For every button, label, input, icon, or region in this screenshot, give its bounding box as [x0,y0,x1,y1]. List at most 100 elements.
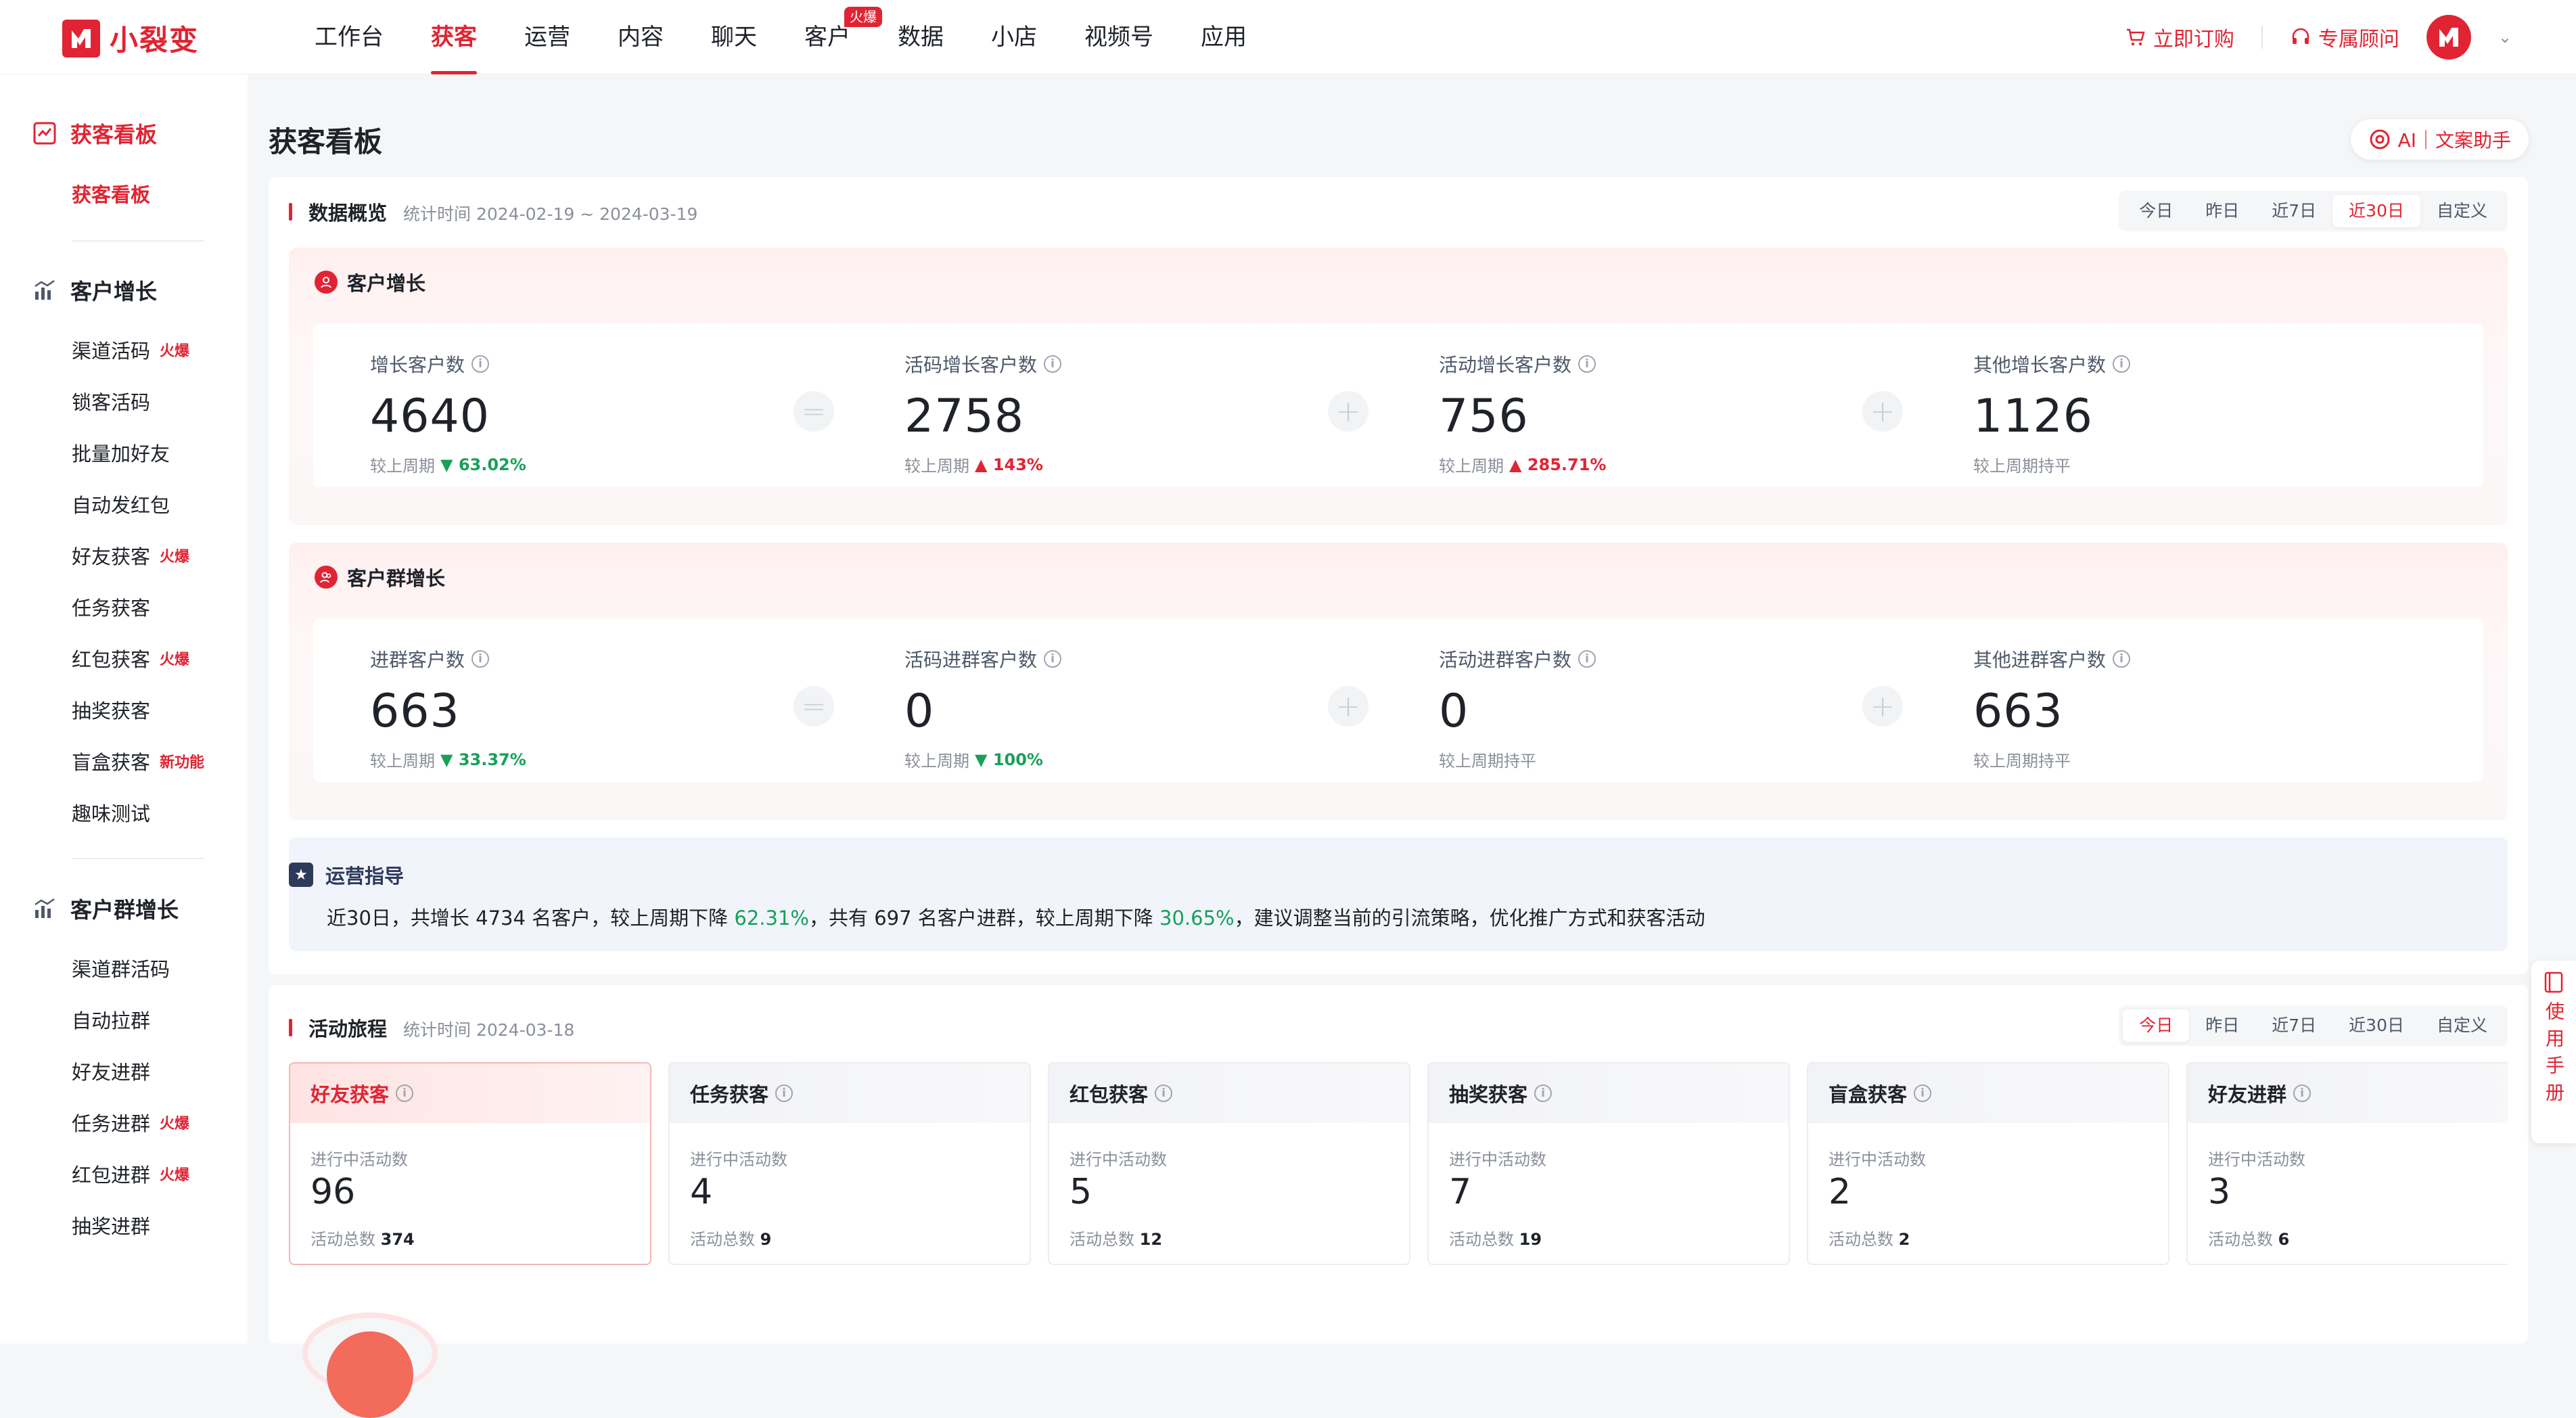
info-icon[interactable]: i [1914,1084,1932,1102]
info-icon[interactable]: i [472,650,490,668]
nav-customer[interactable]: 客户 火爆 [781,0,882,74]
nav-operation[interactable]: 运营 [501,0,594,74]
sidebar-item-task-acquire[interactable]: 任务获客 [72,593,150,621]
info-icon[interactable]: i [396,1084,414,1102]
metric-other-growth: 其他增长客户数 i 1126 较上周期持平 [1973,350,2393,476]
activity-label: 进行中活动数 [2208,1150,2305,1169]
nav-channels[interactable]: 视频号 [1061,0,1177,74]
range-30d[interactable]: 近30日 [2332,1009,2420,1042]
chevron-down-icon[interactable]: ⌄ [2498,28,2512,47]
page-title: 获客看板 [269,125,383,158]
divider [2261,26,2263,49]
user-avatar[interactable] [2426,15,2471,60]
guide-text: 近30日，共增长 4734 名客户，较上周期下降 62.31%，共有 697 名… [327,907,1705,930]
info-icon[interactable]: i [2113,355,2131,373]
main-nav: 工作台 获客 运营 内容 聊天 客户 火爆 数据 小店 视频号 应用 [291,0,1270,74]
activity-value: 7 [1449,1172,1472,1212]
ai-copy-assistant-button[interactable]: AI｜文案助手 [2350,119,2529,160]
customer-growth-header: 客户增长 [315,268,426,296]
sidebar-item-auto-redpacket[interactable]: 自动发红包 [72,490,170,518]
activity-total: 活动总数 2 [1828,1230,1910,1249]
range-7d[interactable]: 近7日 [2255,195,2332,227]
top-right-actions: 立即订购 专属顾问 ⌄ [2125,0,2512,74]
order-button[interactable]: 立即订购 [2125,22,2234,52]
logo[interactable]: 小裂变 [62,18,199,59]
cart-icon [2126,28,2145,46]
nav-apps[interactable]: 应用 [1177,0,1270,74]
info-icon[interactable]: i [1534,1084,1552,1102]
info-icon[interactable]: i [1155,1084,1173,1102]
info-icon[interactable]: i [2293,1084,2312,1102]
sidebar-item-dashboard[interactable]: 获客看板 [72,179,150,208]
user-manual-tab[interactable]: 使用手册 [2531,961,2576,1143]
user-icon [315,271,338,294]
info-icon[interactable]: i [1044,650,1062,668]
sidebar-group-group-growth[interactable]: 客户群增长 [32,893,179,924]
sidebar-item-redpacket-group[interactable]: 红包进群 火爆 [72,1160,189,1188]
range-7d[interactable]: 近7日 [2255,1009,2332,1042]
info-icon[interactable]: i [1044,355,1062,373]
nav-acquisition[interactable]: 获客 [407,0,501,74]
activity-card-lottery-acquire[interactable]: 抽奖获客 i 进行中活动数 7 活动总数 19 [1427,1062,1790,1265]
activity-card-friend-group[interactable]: 好友进群 i 进行中活动数 3 活动总数 6 [2186,1062,2508,1265]
range-custom[interactable]: 自定义 [2420,1009,2504,1042]
activity-label: 进行中活动数 [310,1150,408,1169]
metric-value: 663 [370,685,460,738]
trend-down: ▼ 63.02% [440,455,526,474]
info-icon[interactable]: i [1578,355,1596,373]
sidebar-item-redpacket-acquire[interactable]: 红包获客 火爆 [72,644,189,672]
activity-card-task-acquire[interactable]: 任务获客 i 进行中活动数 4 活动总数 9 [668,1062,1031,1265]
activity-card-friend-acquire[interactable]: 好友获客 i 进行中活动数 96 活动总数 374 [289,1062,651,1265]
equals-icon: = [794,686,834,727]
sidebar-item-task-group[interactable]: 任务进群 火爆 [72,1108,189,1137]
section-bar [289,1019,292,1036]
sidebar-item-lock-code[interactable]: 锁客活码 [72,387,150,415]
range-today[interactable]: 今日 [2123,195,2189,227]
journey-header: 活动旅程 统计时间 2024-03-18 [289,1013,574,1042]
sidebar-item-fun-test[interactable]: 趣味测试 [72,798,150,827]
range-today[interactable]: 今日 [2123,1009,2190,1042]
sidebar-item-lottery-acquire[interactable]: 抽奖获客 [72,695,150,724]
sidebar-item-friend-group[interactable]: 好友进群 [72,1057,150,1085]
info-icon[interactable]: i [2113,650,2131,668]
nav-data[interactable]: 数据 [874,0,967,74]
range-yesterday[interactable]: 昨日 [2189,195,2255,227]
metric-growth-total: 增长客户数 i 4640 较上周期 ▼ 63.02% [370,350,789,476]
headset-icon [2292,28,2309,44]
equals-icon: = [794,391,834,432]
nav-chat[interactable]: 聊天 [687,0,781,74]
floating-avatar[interactable] [302,1312,438,1418]
activity-card-blindbox-acquire[interactable]: 盲盒获客 i 进行中活动数 2 活动总数 2 [1807,1062,2169,1265]
group-growth-metrics: 进群客户数 i 663 较上周期 ▼ 33.37% = 活码进群客户数 i 0 较上周… [313,618,2483,782]
operation-guide: ★ 运营指导 近30日，共增长 4734 名客户，较上周期下降 62.31%，共… [289,838,2508,951]
sidebar-item-channel-code[interactable]: 渠道活码 火爆 [72,336,189,364]
nav-shop[interactable]: 小店 [967,0,1061,74]
ai-icon [2370,129,2390,150]
sidebar-item-lottery-group[interactable]: 抽奖进群 [72,1211,150,1239]
info-icon[interactable]: i [1578,650,1596,668]
data-overview-card: 数据概览 统计时间 2024-02-19 ~ 2024-03-19 今日 昨日 … [269,177,2528,974]
sidebar-item-auto-group[interactable]: 自动拉群 [72,1005,150,1034]
divider [72,858,204,859]
trend-up: ▲ 143% [975,455,1043,474]
sidebar-item-friend-acquire[interactable]: 好友获客 火爆 [72,541,189,570]
nav-content[interactable]: 内容 [594,0,687,74]
activity-card-redpacket-acquire[interactable]: 红包获客 i 进行中活动数 5 活动总数 12 [1048,1062,1410,1265]
info-icon[interactable]: i [775,1084,794,1102]
info-icon[interactable]: i [472,355,490,373]
nav-workbench[interactable]: 工作台 [291,0,407,74]
metric-activity-group-join: 活动进群客户数 i 0 较上周期持平 [1439,645,1858,771]
range-custom[interactable]: 自定义 [2420,195,2504,227]
advisor-button[interactable]: 专属顾问 [2290,22,2399,52]
sidebar-item-batch-add[interactable]: 批量加好友 [72,438,170,467]
range-30d[interactable]: 近30日 [2332,195,2420,227]
activity-label: 进行中活动数 [1449,1150,1546,1169]
sidebar-item-blindbox-acquire[interactable]: 盲盒获客 新功能 [72,747,204,775]
metric-other-group-join: 其他进群客户数 i 663 较上周期持平 [1973,645,2393,771]
sidebar-group-customer-growth[interactable]: 客户增长 [32,275,157,306]
sidebar-group-dashboard[interactable]: 获客看板 [32,118,157,149]
activity-value: 5 [1070,1172,1092,1212]
logo-text: 小裂变 [110,24,200,57]
sidebar-item-channel-group-code[interactable]: 渠道群活码 [72,954,170,982]
range-yesterday[interactable]: 昨日 [2189,1009,2255,1042]
